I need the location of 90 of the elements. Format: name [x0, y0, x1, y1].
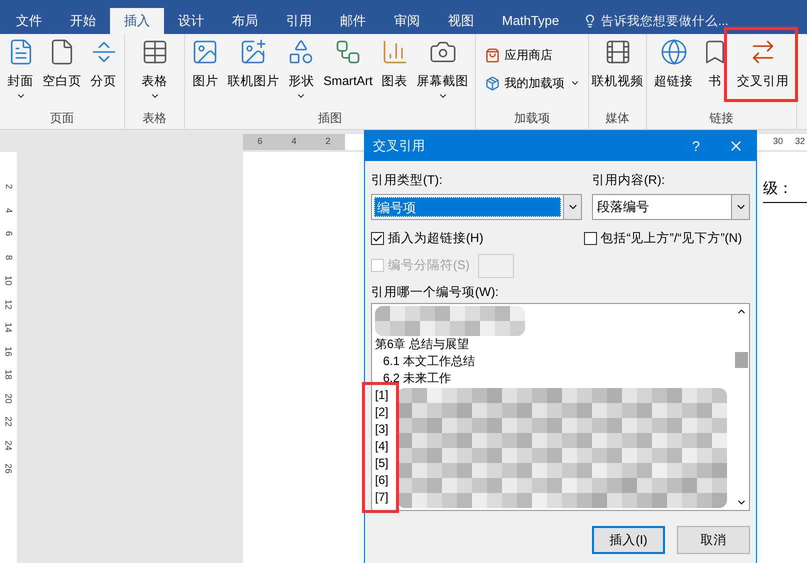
ribbon-button[interactable]: 空白页 [40, 38, 84, 91]
ribbon-button[interactable]: 我的加载项 [480, 72, 584, 94]
ruler-number: 30 [772, 135, 783, 148]
ruler-number: 4 [4, 208, 13, 212]
shopping-bag-icon [484, 48, 500, 62]
ribbon-tab[interactable]: 引用 [272, 8, 326, 34]
ribbon-button[interactable]: 表格 [138, 38, 170, 101]
ruler-number: 32 [794, 135, 805, 148]
ruler-number: 14 [4, 322, 13, 332]
bar-chart-icon [380, 38, 409, 66]
list-item[interactable]: [4] [375, 438, 388, 456]
group-label: 表格 [142, 110, 168, 127]
reference-content-select[interactable]: 段落编号 [592, 194, 750, 220]
separator-field [478, 254, 514, 278]
dialog-button[interactable]: 插入(I) [592, 526, 665, 554]
group-label: 页面 [49, 110, 75, 127]
diagram-icon [334, 38, 362, 66]
ruler-number: 12 [4, 299, 13, 309]
group-label: 加载项 [513, 110, 551, 127]
ribbon-tab[interactable]: 插入 [110, 8, 164, 34]
ribbon-tab[interactable]: 布局 [218, 8, 272, 34]
ruler-number: 18 [4, 370, 13, 380]
list-item[interactable]: [5] [375, 455, 388, 472]
list-item[interactable]: [1] [375, 387, 388, 404]
ruler-number: 2 [4, 184, 13, 189]
document-text: 级： [763, 178, 807, 202]
table-icon [140, 38, 168, 66]
ribbon-tab[interactable]: 设计 [164, 8, 218, 34]
list-item[interactable]: [7] [375, 489, 388, 506]
ribbon-button[interactable]: 交叉引用 [735, 38, 791, 91]
ruler-number: 20 [4, 393, 13, 403]
ruler-number: 10 [4, 276, 13, 286]
ribbon-button[interactable]: SmartArt [321, 38, 375, 91]
package-icon [484, 76, 500, 90]
film-icon [604, 38, 632, 66]
list-item[interactable]: 6.1 本文工作总结 [383, 353, 476, 370]
checkbox[interactable] [371, 232, 384, 245]
image-icon [191, 38, 220, 66]
ribbon-tab[interactable]: 视图 [434, 8, 488, 34]
ribbon-tab[interactable]: 开始 [56, 8, 110, 34]
ribbon-button[interactable]: 分页 [88, 38, 120, 91]
ruler-number: 26 [4, 464, 13, 474]
ruler-number: 8 [4, 254, 13, 260]
ruler-number: 22 [4, 416, 13, 426]
help-button[interactable]: ? [676, 136, 716, 156]
list-item[interactable]: [3] [375, 421, 388, 438]
list-item[interactable]: 第6章 总结与展望 [375, 336, 470, 354]
ribbon-button[interactable]: 封面 [4, 38, 36, 101]
checkbox-label: 编号分隔符(S) [388, 257, 470, 274]
checkbox-label: 包括“见上方”/“见下方”(N) [600, 230, 742, 247]
list-item[interactable]: 6.2 未来工作 [383, 370, 452, 388]
ruler-number: 4 [291, 135, 296, 148]
ruler-number: 6 [257, 135, 262, 148]
list-label: 引用哪一个编号项(W): [371, 284, 500, 301]
field-label: 引用类型(T): [371, 172, 444, 189]
dialog-title: 交叉引用 [373, 137, 426, 156]
ribbon-tab[interactable]: 邮件 [326, 8, 380, 34]
tell-me-field[interactable]: 告诉我您想要做什么... [583, 8, 729, 34]
ruler-number: 16 [4, 346, 13, 356]
scroll-thumb[interactable] [735, 352, 748, 368]
field-label: 引用内容(R): [592, 172, 666, 189]
group-label: 链接 [708, 110, 734, 127]
globe-icon [660, 38, 688, 66]
ruler-number: 6 [4, 231, 13, 236]
ribbon-button[interactable]: 联机视频 [590, 38, 646, 91]
dialog-button[interactable]: 取消 [677, 526, 750, 554]
tell-me-placeholder: 告诉我您想要做什么... [601, 12, 729, 30]
ribbon-button[interactable]: 屏幕截图 [414, 38, 471, 101]
ribbon-tab[interactable]: 审阅 [380, 8, 434, 34]
numbered-items-list[interactable]: 第6章 总结与展望 6.1 本文工作总结 6.2 未来工作 [1] [2] [3] [4] [5] [6] [7] [371, 303, 750, 512]
reference-type-select[interactable]: 编号项 [371, 194, 582, 220]
ribbon-button[interactable]: 形状 [285, 38, 318, 101]
ruler-number: 2 [325, 135, 330, 148]
checkbox[interactable] [584, 232, 597, 245]
ribbon-tab[interactable]: MathType [488, 8, 574, 34]
online-image-icon [239, 38, 268, 66]
ribbon-button[interactable]: 应用商店 [480, 44, 584, 66]
list-item[interactable]: [2] [375, 404, 388, 422]
group-label: 媒体 [604, 110, 630, 127]
ribbon-tab[interactable]: 文件 [2, 8, 56, 34]
ruler-number: 24 [4, 440, 13, 450]
group-label: 插图 [317, 110, 343, 127]
checkbox-label: 插入为超链接(H) [388, 230, 484, 247]
ribbon-button[interactable]: 书 [699, 38, 731, 91]
ribbon-button[interactable]: 图片 [189, 38, 222, 91]
check-icon [372, 232, 383, 244]
ribbon-button[interactable]: 联机图片 [225, 38, 282, 91]
ribbon-button[interactable]: 图表 [378, 38, 411, 91]
ribbon-button[interactable]: 超链接 [652, 38, 695, 91]
list-item[interactable]: [6] [375, 472, 388, 490]
